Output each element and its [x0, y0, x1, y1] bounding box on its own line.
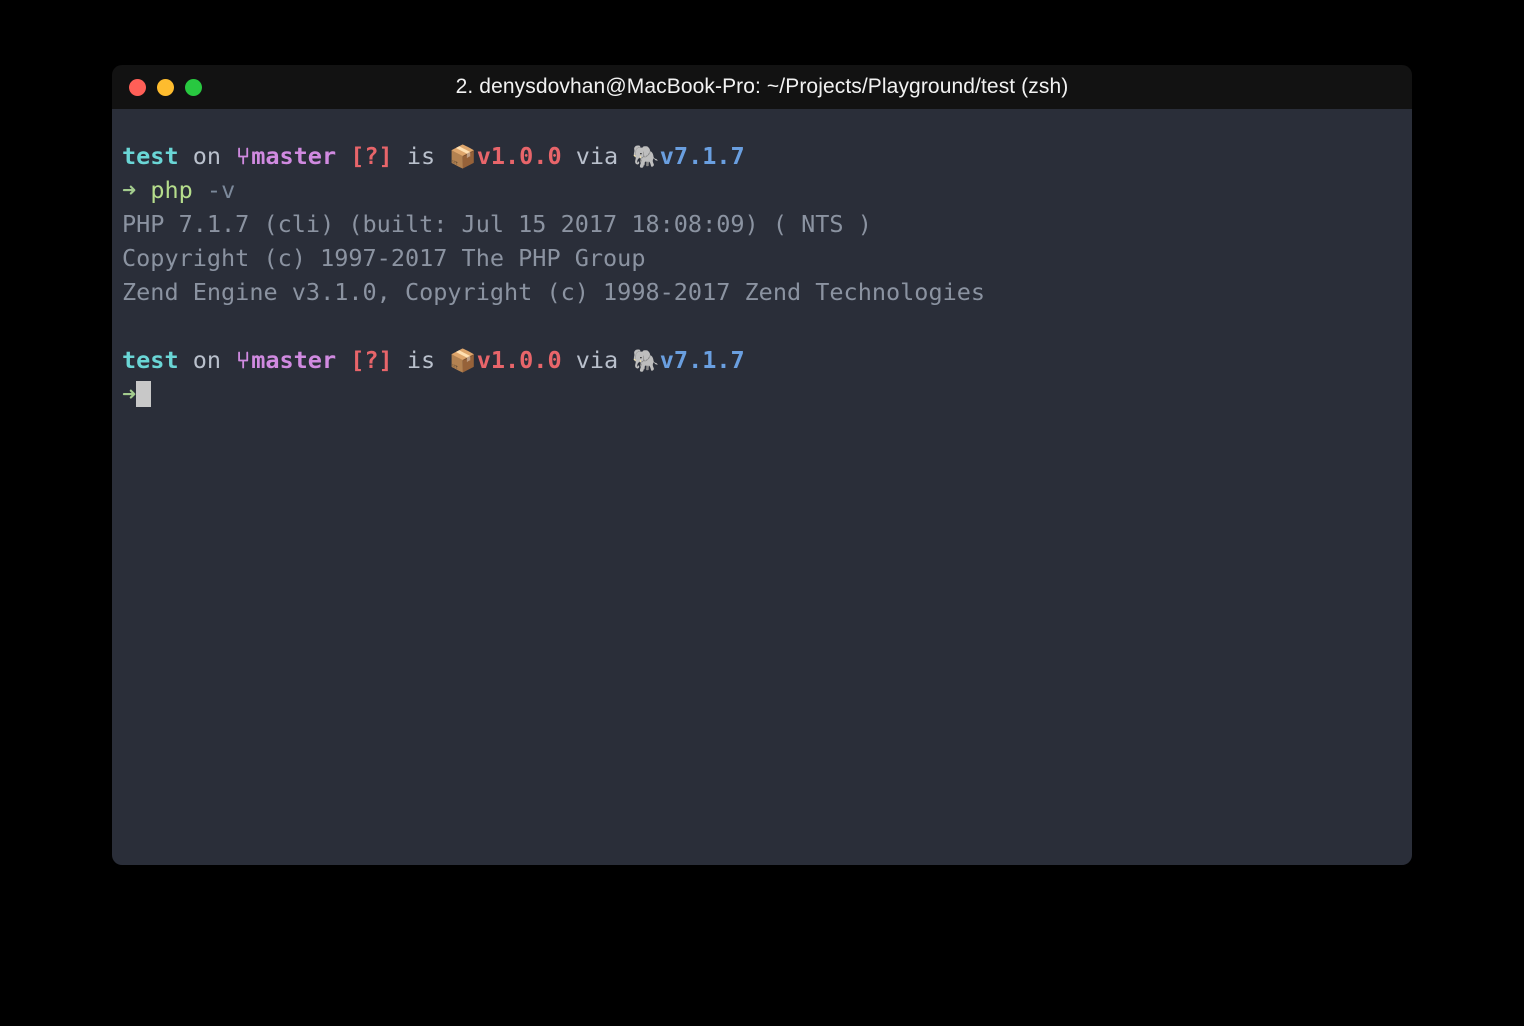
php-elephant-icon: 🐘: [632, 349, 660, 374]
window-title: 2. denysdovhan@MacBook-Pro: ~/Projects/P…: [455, 75, 1069, 98]
package-version: v1.0.0: [476, 346, 562, 374]
prompt-line: test on ⑂master [?] is 📦v1.0.0 via 🐘v7.1…: [122, 139, 1412, 173]
prompt-arrow-icon: ➜: [122, 176, 137, 204]
zoom-button[interactable]: [185, 78, 202, 96]
desktop-background: 2. denysdovhan@MacBook-Pro: ~/Projects/P…: [0, 0, 1524, 1026]
prompt-via-word: via: [575, 346, 619, 374]
command-argument: -v: [206, 176, 236, 204]
active-input-line[interactable]: ➜: [122, 377, 1412, 411]
prompt-via-word: via: [575, 142, 619, 170]
command-line: ➜ php -v: [122, 173, 1412, 207]
prompt-directory: test: [122, 346, 179, 374]
command-name: php: [150, 176, 193, 204]
terminal-window: 2. denysdovhan@MacBook-Pro: ~/Projects/P…: [112, 65, 1412, 865]
php-elephant-icon: 🐘: [632, 145, 660, 170]
output-line: Copyright (c) 1997-2017 The PHP Group: [122, 244, 646, 272]
prompt-on-word: on: [192, 142, 222, 170]
window-titlebar[interactable]: 2. denysdovhan@MacBook-Pro: ~/Projects/P…: [112, 65, 1412, 109]
prompt-line: test on ⑂master [?] is 📦v1.0.0 via 🐘v7.1…: [122, 343, 1412, 377]
php-version: v7.1.7: [659, 346, 745, 374]
prompt-is-word: is: [406, 346, 436, 374]
git-branch-name: master: [251, 346, 337, 374]
package-icon: 📦: [449, 349, 477, 374]
minimize-button[interactable]: [157, 78, 174, 96]
git-status-badge: [?]: [350, 142, 393, 170]
git-branch-icon: ⑂: [236, 346, 251, 374]
terminal-content-area[interactable]: test on ⑂master [?] is 📦v1.0.0 via 🐘v7.1…: [112, 109, 1412, 865]
close-button[interactable]: [129, 78, 146, 96]
prompt-on-word: on: [192, 346, 222, 374]
package-icon: 📦: [449, 145, 477, 170]
prompt-directory: test: [122, 142, 179, 170]
prompt-is-word: is: [406, 142, 436, 170]
text-cursor: [136, 381, 152, 407]
git-branch-icon: ⑂: [236, 142, 251, 170]
output-line: PHP 7.1.7 (cli) (built: Jul 15 2017 18:0…: [122, 210, 872, 238]
package-version: v1.0.0: [476, 142, 562, 170]
output-line: Zend Engine v3.1.0, Copyright (c) 1998-2…: [122, 278, 986, 306]
prompt-arrow-icon: ➜: [122, 380, 137, 408]
git-branch-name: master: [251, 142, 337, 170]
php-version: v7.1.7: [659, 142, 745, 170]
traffic-light-group: [129, 65, 202, 109]
git-status-badge: [?]: [350, 346, 393, 374]
